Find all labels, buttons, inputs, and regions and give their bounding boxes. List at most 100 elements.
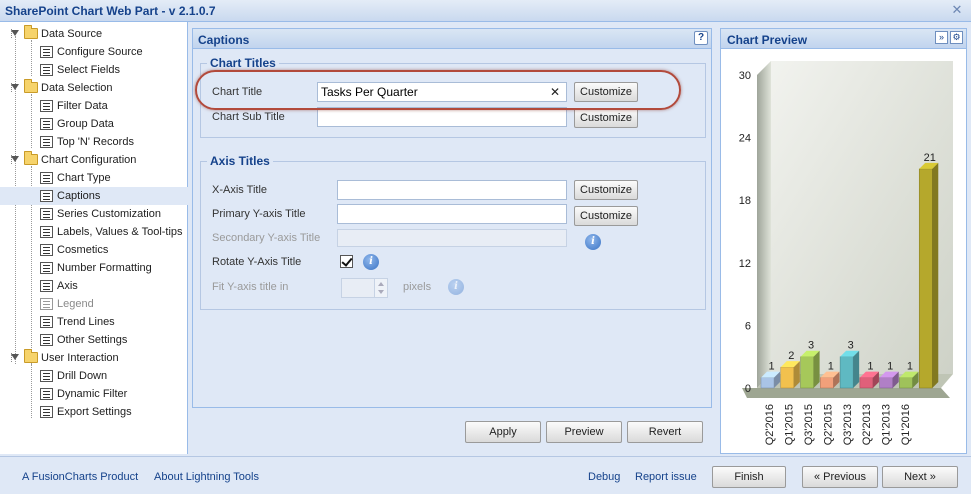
- chart-data-label: 1: [887, 361, 893, 373]
- chart-subtitle-customize-button[interactable]: Customize: [574, 108, 638, 128]
- chart-title-label: Chart Title: [212, 86, 263, 98]
- x-tick-label: Q2'2016: [764, 404, 776, 445]
- fit-y-axis-title-label: Fit Y-axis title in: [212, 281, 289, 293]
- gear-icon[interactable]: ⚙: [950, 31, 963, 44]
- debug-link[interactable]: Debug: [588, 471, 620, 483]
- x-axis-customize-button[interactable]: Customize: [574, 180, 638, 200]
- collapse-arrow-icon[interactable]: [11, 29, 20, 38]
- chart-bar-side: [853, 350, 860, 388]
- tree-item-label: Configure Source: [57, 46, 143, 58]
- about-lightning-tools-link[interactable]: About Lightning Tools: [154, 471, 259, 483]
- panel-title: Chart Preview: [727, 33, 808, 47]
- chart-title-input[interactable]: Tasks Per Quarter ✕: [317, 82, 567, 102]
- tree-item-configure-source[interactable]: Configure Source: [0, 43, 188, 61]
- tree-item-captions[interactable]: Captions: [0, 187, 188, 205]
- next-button[interactable]: Next »: [882, 466, 958, 488]
- fusioncharts-link[interactable]: A FusionCharts Product: [22, 471, 138, 483]
- secondary-y-axis-title-label: Secondary Y-axis Title: [212, 232, 321, 244]
- x-tick-label: Q2'2015: [822, 404, 834, 445]
- chart-subtitle-input[interactable]: [317, 107, 567, 127]
- chart-preview-svg: 123131 1 121 0612182430 Q2'2016 Q1'2015 Q3'2…: [739, 61, 953, 445]
- x-axis-title-input[interactable]: [337, 180, 567, 200]
- folder-icon: [24, 151, 38, 165]
- info-icon: i: [448, 279, 464, 295]
- tree-item-cosmetics[interactable]: Cosmetics: [0, 241, 188, 259]
- revert-button[interactable]: Revert: [627, 421, 703, 443]
- tree-item-filter-data[interactable]: Filter Data: [0, 97, 188, 115]
- tree-item-export-settings[interactable]: Export Settings: [0, 403, 188, 421]
- tree-item-label: Trend Lines: [57, 316, 115, 328]
- tree-item-label: Top 'N' Records: [57, 136, 134, 148]
- settings-page-icon: [40, 316, 53, 328]
- axis-titles-legend: Axis Titles: [210, 154, 270, 168]
- fit-y-axis-pixels-value: [341, 278, 375, 298]
- tree-folder-data-selection[interactable]: Data Selection: [0, 79, 188, 97]
- preview-button[interactable]: Preview: [546, 421, 622, 443]
- tree-item-label: Chart Type: [57, 172, 111, 184]
- clear-icon[interactable]: ✕: [550, 85, 560, 99]
- tree-item-dynamic-filter[interactable]: Dynamic Filter: [0, 385, 188, 403]
- tree-item-label: Cosmetics: [57, 244, 109, 256]
- navigation-tree: Data Source Configure Source Select Fiel…: [0, 22, 188, 454]
- window-titlebar: SharePoint Chart Web Part - v 2.1.0.7 ✕: [0, 0, 971, 22]
- chart-bar: [899, 377, 913, 389]
- previous-button[interactable]: « Previous: [802, 466, 878, 488]
- tree-item-series-customization[interactable]: Series Customization: [0, 205, 188, 223]
- primary-y-axis-title-label: Primary Y-axis Title: [212, 208, 306, 220]
- tree-folder-data-source[interactable]: Data Source: [0, 25, 188, 43]
- settings-page-icon: [40, 172, 53, 184]
- tree-item-number-formatting[interactable]: Number Formatting: [0, 259, 188, 277]
- tree-item-top-n-records[interactable]: Top 'N' Records: [0, 133, 188, 151]
- tree-item-labels-values-tooltips[interactable]: Labels, Values & Tool-tips: [0, 223, 188, 241]
- folder-icon: [24, 349, 38, 363]
- chart-bar: [859, 377, 874, 389]
- chart-y-axis: 0 6 12 18 24 30: [739, 70, 751, 395]
- settings-page-icon: [40, 208, 53, 220]
- tree-folder-user-interaction[interactable]: User Interaction: [0, 349, 188, 367]
- collapse-arrow-icon[interactable]: [11, 353, 20, 362]
- tree-item-label: Dynamic Filter: [57, 388, 128, 400]
- collapse-arrow-icon[interactable]: [11, 83, 20, 92]
- chart-data-label: 2: [788, 350, 794, 362]
- primary-y-customize-button[interactable]: Customize: [574, 206, 638, 226]
- tree-item-label: Labels, Values & Tool-tips: [57, 226, 183, 238]
- tree-item-group-data[interactable]: Group Data: [0, 115, 188, 133]
- report-issue-link[interactable]: Report issue: [635, 471, 697, 483]
- settings-page-icon: [40, 298, 53, 310]
- y-tick-label: 6: [745, 320, 751, 332]
- tree-item-select-fields[interactable]: Select Fields: [0, 61, 188, 79]
- help-icon[interactable]: ?: [694, 31, 708, 45]
- tree-item-other-settings[interactable]: Other Settings: [0, 331, 188, 349]
- settings-page-icon: [40, 64, 53, 76]
- primary-y-axis-title-input[interactable]: [337, 204, 567, 224]
- chart-data-label: 3: [848, 340, 854, 352]
- tree-item-drill-down[interactable]: Drill Down: [0, 367, 188, 385]
- finish-button[interactable]: Finish: [712, 466, 786, 488]
- folder-icon: [24, 25, 38, 39]
- tree-item-chart-type[interactable]: Chart Type: [0, 169, 188, 187]
- y-tick-label: 12: [739, 258, 751, 270]
- settings-page-icon: [40, 190, 53, 202]
- chart-preview-header: Chart Preview » ⚙: [721, 29, 966, 49]
- tree-item-label: Number Formatting: [57, 262, 152, 274]
- chart-data-label: 1: [768, 361, 774, 373]
- expand-icon[interactable]: »: [935, 31, 948, 44]
- chart-bar: [760, 377, 775, 389]
- info-icon[interactable]: i: [585, 234, 601, 250]
- settings-page-icon: [40, 262, 53, 274]
- rotate-y-axis-checkbox[interactable]: [340, 255, 353, 268]
- close-icon[interactable]: ✕: [949, 2, 965, 18]
- chart-data-label: 1: [867, 361, 873, 373]
- tree-item-label: Other Settings: [57, 334, 128, 346]
- tree-item-label: Filter Data: [57, 100, 108, 112]
- info-icon[interactable]: i: [363, 254, 379, 270]
- tree-folder-chart-configuration[interactable]: Chart Configuration: [0, 151, 188, 169]
- chart-titles-legend: Chart Titles: [210, 56, 276, 70]
- tree-item-trend-lines[interactable]: Trend Lines: [0, 313, 188, 331]
- settings-page-icon: [40, 226, 53, 238]
- stepper-arrows-icon: [374, 278, 388, 298]
- apply-button[interactable]: Apply: [465, 421, 541, 443]
- tree-item-axis[interactable]: Axis: [0, 277, 188, 295]
- collapse-arrow-icon[interactable]: [11, 155, 20, 164]
- chart-title-customize-button[interactable]: Customize: [574, 82, 638, 102]
